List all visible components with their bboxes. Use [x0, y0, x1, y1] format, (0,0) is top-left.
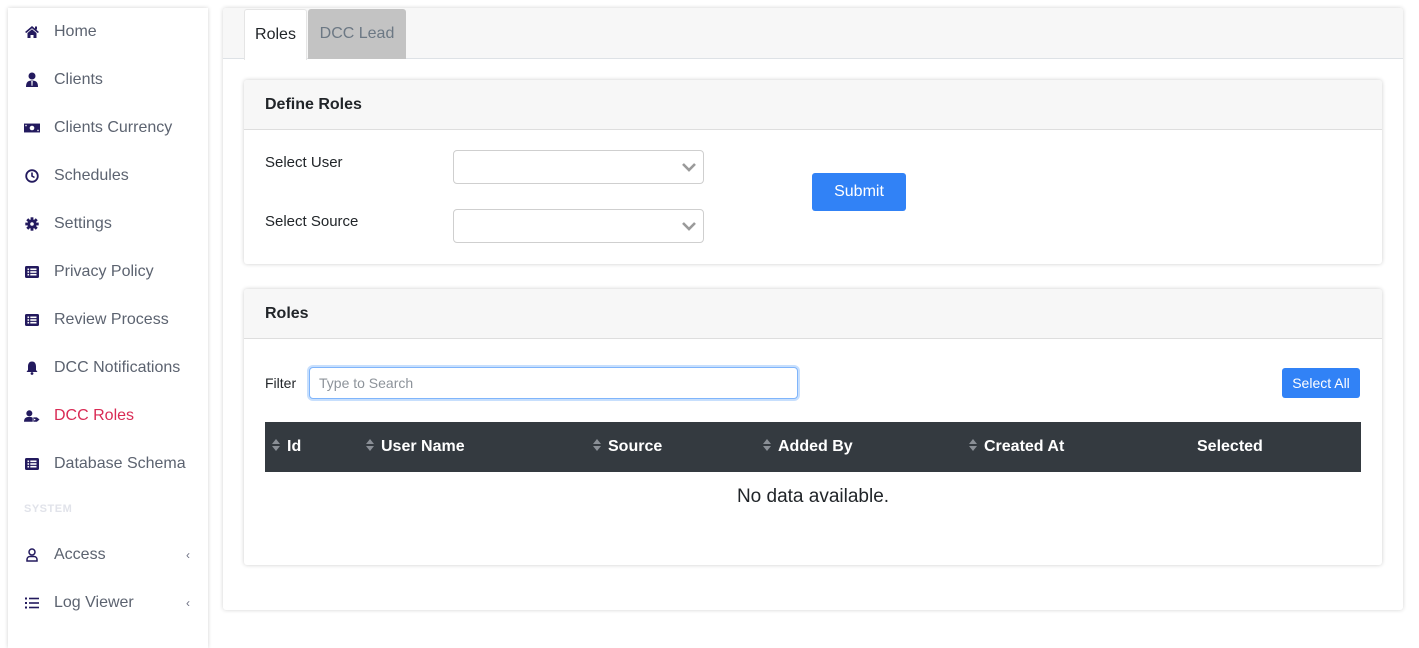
column-header-label: Created At	[984, 438, 1065, 455]
chevron-left-icon: ‹	[186, 596, 190, 610]
sidebar-item-label: DCC Notifications	[54, 359, 181, 376]
chevron-down-icon	[681, 159, 697, 180]
user-tag-icon	[24, 408, 40, 424]
sort-icon	[271, 437, 281, 458]
sidebar-item-schedules[interactable]: Schedules	[8, 152, 208, 200]
sidebar-item-label: DCC Roles	[54, 407, 135, 424]
sort-icon	[762, 437, 772, 458]
user-tie-icon	[24, 72, 40, 88]
list-alt-icon	[24, 456, 40, 472]
column-header-label: Source	[608, 438, 663, 455]
list-icon	[24, 595, 40, 611]
define-roles-panel: Define Roles Select User Select Source S…	[244, 80, 1382, 264]
select-source-label: Select Source	[265, 213, 359, 230]
sidebar-item-clients-currency[interactable]: Clients Currency	[8, 104, 208, 152]
filter-search-input[interactable]	[309, 367, 798, 399]
filter-label: Filter	[265, 375, 297, 391]
empty-state-message: No data available.	[736, 486, 890, 507]
table-header: Id User Name Source Added By Created At …	[265, 422, 1361, 472]
sidebar-item-label: Home	[54, 23, 97, 40]
column-header-label: Added By	[778, 438, 853, 455]
sort-icon	[968, 437, 978, 458]
bell-icon	[24, 360, 40, 376]
sidebar-item-label: Database Schema	[54, 455, 186, 472]
sidebar-item-dcc-roles[interactable]: DCC Roles	[8, 392, 208, 440]
sidebar-item-label: Clients Currency	[54, 119, 173, 136]
column-header-created-at[interactable]: Created At	[968, 422, 1064, 472]
column-header-added-by[interactable]: Added By	[762, 422, 853, 472]
sidebar-item-label: Review Process	[54, 311, 169, 328]
tab-roles[interactable]: Roles	[244, 9, 307, 60]
sidebar-item-label: Log Viewer	[54, 594, 134, 611]
sidebar-item-access[interactable]: Access ‹	[8, 531, 208, 579]
user-icon	[24, 547, 40, 563]
home-icon	[24, 24, 40, 40]
sort-icon	[592, 437, 602, 458]
tab-dcc-lead[interactable]: DCC Lead	[308, 9, 406, 59]
sidebar-item-clients[interactable]: Clients	[8, 56, 208, 104]
select-all-button[interactable]: Select All	[1282, 368, 1360, 398]
select-user-dropdown[interactable]	[453, 150, 704, 184]
sidebar-item-home[interactable]: Home	[8, 8, 208, 56]
gear-icon	[24, 216, 40, 232]
column-header-label: Selected	[1197, 438, 1263, 455]
submit-button[interactable]: Submit	[812, 173, 906, 211]
chevron-down-icon	[681, 218, 697, 239]
select-user-label: Select User	[265, 154, 343, 171]
sidebar-item-log-viewer[interactable]: Log Viewer ‹	[8, 579, 208, 627]
select-source-dropdown[interactable]	[453, 209, 704, 243]
sidebar-item-review-process[interactable]: Review Process	[8, 296, 208, 344]
chevron-left-icon: ‹	[186, 548, 190, 562]
sidebar-item-settings[interactable]: Settings	[8, 200, 208, 248]
tab-bar: Roles DCC Lead	[223, 8, 1403, 60]
sidebar-item-label: Settings	[54, 215, 112, 232]
money-bill-icon	[24, 120, 40, 136]
main-card: Roles DCC Lead Define Roles Select User …	[223, 8, 1403, 610]
roles-title: Roles	[244, 289, 1382, 339]
clock-icon	[24, 168, 40, 184]
sidebar-item-label: Schedules	[54, 167, 129, 184]
column-header-label: Id	[287, 438, 302, 455]
sidebar-item-dcc-notifications[interactable]: DCC Notifications	[8, 344, 208, 392]
sidebar: Home Clients Clients Currency Schedules …	[8, 8, 208, 648]
sidebar-item-privacy-policy[interactable]: Privacy Policy	[8, 248, 208, 296]
column-header-id[interactable]: Id	[271, 422, 301, 472]
roles-panel: Roles Filter Select All Id User Name Sou…	[244, 289, 1382, 565]
column-header-user-name[interactable]: User Name	[365, 422, 465, 472]
list-alt-icon	[24, 312, 40, 328]
define-roles-title: Define Roles	[244, 80, 1382, 130]
column-header-source[interactable]: Source	[592, 422, 662, 472]
sidebar-item-database-schema[interactable]: Database Schema	[8, 440, 208, 488]
sidebar-section-system: SYSTEM	[24, 503, 73, 515]
list-alt-icon	[24, 264, 40, 280]
sort-icon	[365, 437, 375, 458]
sidebar-item-label: Access	[54, 546, 106, 563]
sidebar-item-label: Privacy Policy	[54, 263, 154, 280]
column-header-selected: Selected	[1197, 422, 1263, 472]
sidebar-item-label: Clients	[54, 71, 103, 88]
column-header-label: User Name	[381, 438, 465, 455]
